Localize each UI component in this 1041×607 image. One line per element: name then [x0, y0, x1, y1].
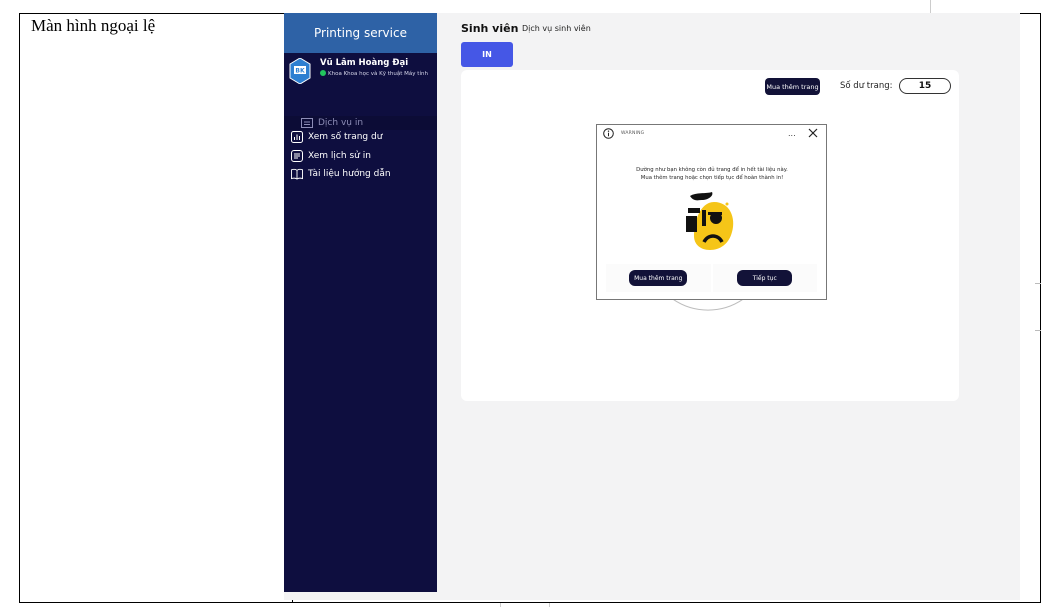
user-profile[interactable]: BK Vũ Lâm Hoàng Đại Khoa Khoa học và Kỹ …	[289, 58, 435, 98]
university-logo-icon: BK	[289, 58, 311, 84]
dialog-buy-pages-button[interactable]: Mua thêm trang	[629, 270, 688, 286]
page-mark-right	[1035, 283, 1041, 331]
buy-pages-button[interactable]: Mua thêm trang	[765, 78, 820, 95]
sidebar-item-print-history[interactable]: Xem lịch sử in	[284, 149, 437, 163]
warning-dialog: WARNING ... Dường như bạn không còn đủ t…	[596, 124, 827, 300]
sidebar-item-label: Tài liệu hướng dẫn	[308, 169, 391, 179]
page-mark-top	[930, 0, 931, 13]
dialog-header: WARNING ...	[597, 125, 826, 143]
dialog-message-line: Mua thêm trang hoặc chọn tiếp tục để hoà…	[640, 175, 784, 181]
dialog-label: WARNING	[621, 131, 645, 136]
dialog-footer: Mua thêm trang Tiếp tục	[606, 264, 817, 292]
sidebar: Printing service BK Vũ Lâm Hoàng Đại Kho…	[284, 13, 437, 592]
sidebar-item-label: Xem lịch sử in	[308, 151, 371, 161]
logo-text: BK	[295, 68, 305, 75]
app-screenshot: Printing service BK Vũ Lâm Hoàng Đại Kho…	[284, 13, 1020, 600]
print-button[interactable]: IN	[461, 42, 513, 67]
print-panel: Mua thêm trang Số dư trang: 15 WARNING .…	[461, 70, 959, 401]
page-subtitle: Dịch vụ sinh viên	[522, 24, 591, 33]
chart-icon	[291, 131, 303, 143]
page-mark-bottom	[500, 603, 550, 607]
sidebar-title: Printing service	[284, 13, 437, 53]
user-department: Khoa Khoa học và Kỹ thuật Máy tính	[320, 70, 438, 78]
printer-icon	[301, 117, 313, 129]
sidebar-item-label: Xem số trang dư	[308, 132, 383, 142]
sidebar-item-page-balance[interactable]: Xem số trang dư	[284, 130, 437, 144]
dialog-footer-cell: Tiếp tục	[710, 264, 818, 292]
page-balance-value: 15	[899, 78, 951, 94]
sad-face-illustration	[686, 192, 734, 250]
online-status-icon	[320, 70, 326, 76]
page-title: Sinh viên	[461, 22, 519, 35]
close-icon[interactable]	[808, 128, 818, 138]
document-icon	[291, 150, 303, 162]
info-icon	[603, 128, 614, 139]
sidebar-item-print-service[interactable]: Dịch vụ in	[284, 116, 437, 130]
sidebar-item-label: Dịch vụ in	[318, 118, 364, 128]
dialog-message-line: Dường như bạn không còn đủ trang để in h…	[636, 167, 788, 173]
row-label: Màn hình ngoại lệ	[31, 16, 156, 35]
user-name: Vũ Lâm Hoàng Đại	[320, 58, 409, 68]
book-icon	[291, 168, 303, 180]
sidebar-item-guide[interactable]: Tài liệu hướng dẫn	[284, 167, 437, 181]
more-icon[interactable]: ...	[788, 129, 796, 138]
page-balance-label: Số dư trang:	[840, 81, 893, 91]
dialog-footer-cell: Mua thêm trang	[606, 264, 711, 292]
dialog-continue-button[interactable]: Tiếp tục	[737, 270, 793, 286]
dialog-message: Dường như bạn không còn đủ trang để in h…	[617, 166, 807, 182]
